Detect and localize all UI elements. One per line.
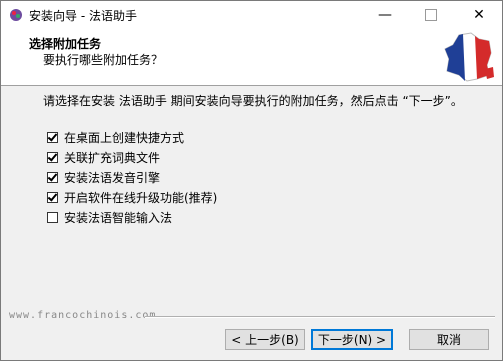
brand-url: www.francochinois.com <box>9 310 157 321</box>
task-label: 安装法语智能输入法 <box>64 210 173 225</box>
instruction-text: 请选择在安装 法语助手 期间安装向导要执行的附加任务，然后点击 “下一步”。 <box>43 94 463 108</box>
maximize-button[interactable] <box>408 1 454 29</box>
title-bar[interactable]: 安装向导 - 法语助手 — ✕ <box>1 1 502 29</box>
wizard-header: 选择附加任务 要执行哪些附加任务？ <box>1 29 502 86</box>
task-pronunciation-engine[interactable]: 安装法语发音引擎 <box>47 167 217 187</box>
window-title: 安装向导 - 法语助手 <box>29 9 137 23</box>
task-label: 在桌面上创建快捷方式 <box>64 130 185 145</box>
checkbox[interactable] <box>47 151 58 163</box>
checkbox[interactable] <box>47 131 58 143</box>
task-input-method[interactable]: 安装法语智能输入法 <box>47 207 217 227</box>
task-associate-dictionary[interactable]: 关联扩充词典文件 <box>47 147 217 167</box>
setup-wizard-window: 安装向导 - 法语助手 — ✕ 选择附加任务 要执行哪些附加任务？ 请选择在安装… <box>0 0 503 361</box>
page-subtitle: 要执行哪些附加任务？ <box>43 53 164 67</box>
task-list: 在桌面上创建快捷方式 关联扩充词典文件 安装法语发音引擎 开启软件在线升级功能(… <box>47 127 217 227</box>
wizard-content: 请选择在安装 法语助手 期间安装向导要执行的附加任务，然后点击 “下一步”。 在… <box>1 86 502 311</box>
checkbox[interactable] <box>47 171 58 183</box>
checkbox[interactable] <box>47 211 58 223</box>
back-button[interactable]: < 上一步(B) <box>225 329 305 350</box>
next-button[interactable]: 下一步(N) > <box>311 329 393 350</box>
task-label: 开启软件在线升级功能(推荐) <box>64 190 218 205</box>
task-online-upgrade[interactable]: 开启软件在线升级功能(推荐) <box>47 187 217 207</box>
french-map-logo-icon <box>444 32 494 82</box>
task-label: 关联扩充词典文件 <box>64 150 161 165</box>
checkbox[interactable] <box>47 191 58 203</box>
maximize-icon <box>425 9 437 21</box>
minimize-icon: — <box>378 7 392 23</box>
app-icon <box>10 9 22 21</box>
close-button[interactable]: ✕ <box>456 1 502 29</box>
footer-divider <box>145 316 495 318</box>
close-icon: ✕ <box>473 7 485 23</box>
minimize-button[interactable]: — <box>362 1 408 29</box>
page-title: 选择附加任务 <box>29 37 102 51</box>
task-label: 安装法语发音引擎 <box>64 170 161 185</box>
cancel-button[interactable]: 取消 <box>409 329 489 350</box>
task-desktop-shortcut[interactable]: 在桌面上创建快捷方式 <box>47 127 217 147</box>
